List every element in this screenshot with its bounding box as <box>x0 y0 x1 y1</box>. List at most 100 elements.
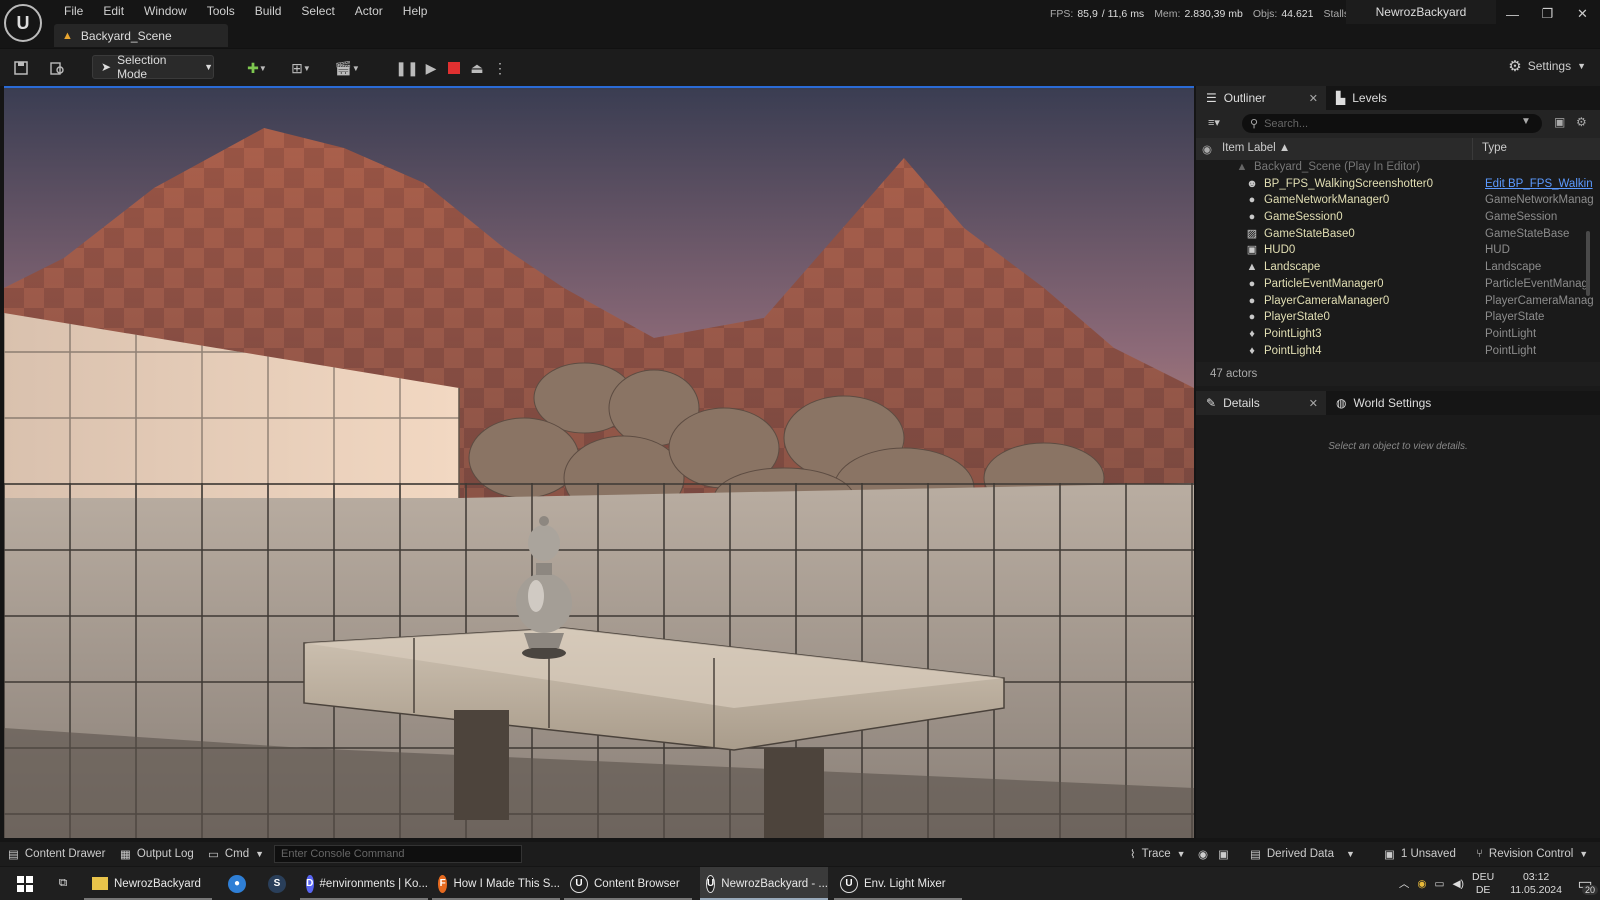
cinematics-icon[interactable]: 🎬︎ ▼ <box>330 57 364 79</box>
settings-button[interactable]: ⚙ Settings ▼ <box>1508 57 1586 75</box>
pencil-icon: ✎ <box>1206 396 1217 410</box>
level-icon: ▲ <box>1236 161 1248 173</box>
tab-world-settings[interactable]: ◍ World Settings <box>1326 391 1466 415</box>
taskbar-item-label: Content Browser <box>594 877 680 890</box>
output-log-button[interactable]: ▦ Output Log <box>120 842 194 866</box>
column-divider[interactable] <box>1472 138 1473 160</box>
console-command-input[interactable]: Enter Console Command <box>274 845 522 863</box>
firefox-icon: F <box>438 874 448 893</box>
menu-edit[interactable]: Edit <box>93 2 134 20</box>
row-type: ParticleEventManag <box>1485 277 1588 290</box>
stop-icon[interactable] <box>443 57 465 79</box>
outliner-scrollbar[interactable] <box>1586 231 1590 296</box>
outliner-row[interactable]: ▣ HUD0 HUD <box>1196 243 1594 260</box>
level-viewport[interactable] <box>4 86 1194 838</box>
clock-date: 11.05.2024 <box>1510 883 1562 896</box>
outliner-row[interactable]: ● ParticleEventManager0 ParticleEventManag <box>1196 277 1594 294</box>
notification-center-icon[interactable]: ▭ 20 <box>1570 867 1600 900</box>
outliner-row[interactable]: ● GameNetworkManager0 GameNetworkManag <box>1196 193 1594 210</box>
chevron-down-icon[interactable]: ▼ <box>1521 116 1531 127</box>
save-icon[interactable] <box>10 57 32 79</box>
trace-dropdown[interactable]: ⌇ Trace ▼ <box>1130 842 1186 866</box>
outliner-row[interactable]: ● PlayerCameraManager0 PlayerCameraManag <box>1196 294 1594 311</box>
outliner-row-parent[interactable]: ▲ Backyard_Scene (Play In Editor) <box>1196 160 1594 177</box>
taskbar-item-discord[interactable]: D #environments | Ko... <box>300 867 428 900</box>
menu-file[interactable]: File <box>54 2 93 20</box>
menu-select[interactable]: Select <box>291 2 344 20</box>
row-type: PlayerCameraManag <box>1485 294 1594 307</box>
eject-icon[interactable]: ⏏ <box>466 57 488 79</box>
tab-levels[interactable]: ▙ Levels <box>1326 86 1446 110</box>
outliner-row[interactable]: ● GameSession0 GameSession <box>1196 210 1594 227</box>
outliner-row[interactable]: ♦ PointLight4 PointLight <box>1196 344 1594 360</box>
column-type[interactable]: Type <box>1482 142 1507 154</box>
level-document-tab[interactable]: ▲ Backyard_Scene <box>54 24 228 47</box>
row-type: Landscape <box>1485 261 1542 274</box>
derived-data-button[interactable]: ▤ Derived Data ▼ <box>1250 842 1355 866</box>
outliner-row[interactable]: ▨ GameStateBase0 GameStateBase <box>1196 227 1594 244</box>
close-tab-icon[interactable]: ✕ <box>1309 92 1318 105</box>
taskbar-item-explorer[interactable]: NewrozBackyard <box>84 867 212 900</box>
input-language[interactable]: DEU DE <box>1472 871 1494 897</box>
task-view-icon[interactable]: ⧉ <box>48 867 78 900</box>
cursor-icon: ➤ <box>101 60 112 74</box>
outliner-row[interactable]: ♦ PointLight3 PointLight <box>1196 327 1594 344</box>
windows-start-icon[interactable] <box>10 867 40 900</box>
menu-tools[interactable]: Tools <box>197 2 245 20</box>
taskbar-item-content-browser[interactable]: U Content Browser <box>564 867 692 900</box>
database-icon: ▤ <box>1250 849 1261 861</box>
content-drawer-button[interactable]: ▤ Content Drawer <box>8 842 105 866</box>
outliner-row[interactable]: ☻ BP_FPS_WalkingScreenshotter0 Edit BP_FPS… <box>1196 177 1594 194</box>
minimize-button[interactable]: — <box>1495 0 1530 28</box>
unreal-logo-icon[interactable]: U <box>4 4 42 42</box>
browser-app-icon[interactable]: ● <box>222 867 252 900</box>
step-frame-icon[interactable]: ▶︎ <box>420 57 442 79</box>
menu-window[interactable]: Window <box>134 2 197 20</box>
cmd-dropdown[interactable]: ▭ Cmd ▼ <box>208 842 264 866</box>
record-icon[interactable]: ◉ <box>1198 842 1208 866</box>
level-tab-label: Backyard_Scene <box>80 28 172 43</box>
browse-icon[interactable] <box>46 57 68 79</box>
language-code: DEU <box>1472 870 1495 883</box>
unsaved-button[interactable]: ▣ 1 Unsaved <box>1384 842 1456 866</box>
actor-icon: ● <box>1248 311 1256 324</box>
pause-icon[interactable]: ❚❚ <box>395 57 418 79</box>
taskbar-item-unreal-editor[interactable]: U NewrozBackyard - ... <box>700 867 828 900</box>
project-name: NewrozBackyard <box>1346 0 1496 24</box>
restore-button[interactable]: ❐ <box>1530 0 1565 28</box>
edit-blueprint-link[interactable]: Edit BP_FPS_Walkin <box>1485 178 1594 190</box>
tab-outliner[interactable]: ☰ Outliner ✕ <box>1196 86 1326 110</box>
row-type: PointLight <box>1485 344 1537 357</box>
outliner-search-input[interactable]: ⚲ Search... <box>1242 114 1542 133</box>
menu-help[interactable]: Help <box>393 2 438 20</box>
revision-control-button[interactable]: ⑂ Revision Control ▼ <box>1476 842 1588 866</box>
chevron-down-icon: ▼ <box>204 62 213 72</box>
tray-expand-icon[interactable]: ︿ <box>1399 876 1410 891</box>
blueprint-icon[interactable]: ⊞ ▼ <box>284 57 318 79</box>
tab-details[interactable]: ✎ Details ✕ <box>1196 391 1326 415</box>
selection-mode-dropdown[interactable]: ➤ Selection Mode ▼ <box>92 53 214 81</box>
close-tab-icon[interactable]: ✕ <box>1309 397 1318 410</box>
add-folder-icon[interactable]: ▣ <box>1554 115 1565 129</box>
person-icon: ☻ <box>1246 177 1258 190</box>
outliner-row[interactable]: ● PlayerState0 PlayerState <box>1196 310 1594 327</box>
visibility-eye-icon[interactable]: ◉ <box>1202 142 1212 156</box>
close-window-button[interactable]: ✕ <box>1565 0 1600 28</box>
steam-icon[interactable]: S <box>262 867 292 900</box>
chevron-down-icon: ▼ <box>1579 849 1589 859</box>
outliner-row[interactable]: ▲ Landscape Landscape <box>1196 260 1594 277</box>
menu-build[interactable]: Build <box>245 2 292 20</box>
filter-icon[interactable]: ≡▾ <box>1208 116 1220 129</box>
chrome-tray-icon[interactable]: ◉ <box>1417 878 1426 890</box>
taskbar-item-firefox[interactable]: F How I Made This S... <box>432 867 560 900</box>
network-icon[interactable]: ▭ <box>1435 878 1445 890</box>
menu-actor[interactable]: Actor <box>345 2 393 20</box>
gear-icon[interactable]: ⚙ <box>1576 115 1587 129</box>
column-item-label[interactable]: Item Label ▲ <box>1222 142 1290 154</box>
add-actor-icon[interactable]: ✚ ▼ <box>240 57 274 79</box>
clock[interactable]: 03:12 11.05.2024 <box>1510 871 1562 897</box>
taskbar-item-light-mixer[interactable]: U Env. Light Mixer <box>834 867 962 900</box>
screenshot-icon[interactable]: ▣ <box>1218 842 1229 866</box>
more-options-icon[interactable]: ⋮ <box>489 57 511 79</box>
volume-icon[interactable]: ◀) <box>1452 878 1464 890</box>
